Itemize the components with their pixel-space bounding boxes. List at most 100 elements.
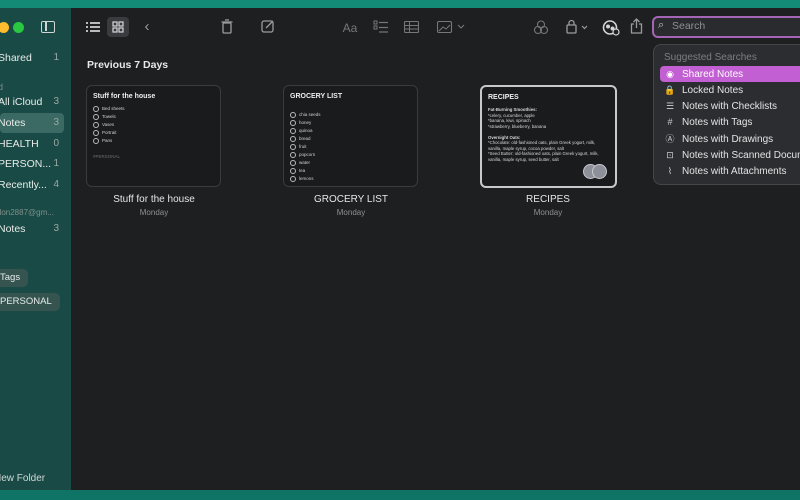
tag-pill-personal[interactable]: PERSONAL [0,293,60,311]
list-view-icon[interactable] [86,21,100,33]
note-title: RECIPES [526,194,570,205]
sidebar-item-label: HEALTH [0,138,39,150]
sidebar-item-label: Notes [0,223,26,235]
suggestion-label: Shared Notes [682,69,744,80]
sidebar-item-account-notes[interactable]: Notes 3 [0,219,71,239]
search-field[interactable]: ⌕ Search [652,16,800,38]
section-title: Previous 7 Days [87,59,169,71]
suggestion-notes-with-scanned-documents[interactable]: ⊡ Notes with Scanned Documents [660,147,800,163]
sidebar-item-label: Recently... [0,179,47,191]
minimize-window-button[interactable] [0,22,9,33]
media-menu-icon[interactable] [437,21,465,33]
notes-window: Shared 1 d All iCloud 3 Notes 3 HEALTH 0… [0,8,800,490]
sidebar-section-label: d [0,82,4,92]
lock-icon: 🔒 [664,85,676,95]
note-title: Stuff for the house [113,194,195,205]
suggestion-label: Notes with Attachments [682,166,787,177]
checklist-item: Bed sheets [93,106,125,112]
text-format-icon[interactable]: Aa [341,20,359,36]
checklist-item: popcorn [290,152,315,158]
checklist-item: chia seeds [290,112,321,118]
checklist-item: quinoa [290,128,313,134]
suggestion-label: Locked Notes [682,85,744,96]
suggestion-notes-with-checklists[interactable]: ☰ Notes with Checklists [660,98,800,114]
note-preview-title: GROCERY LIST [290,93,343,100]
sidebar-item-label: All iCloud [0,96,43,108]
sidebar-item-count: 3 [53,117,59,128]
scan-icon: ⊡ [666,150,674,160]
tag-pill-all-tags[interactable]: Tags [0,269,29,287]
suggestion-label: Notes with Scanned Documents [682,150,800,161]
note-card-grocery-list[interactable]: GROCERY LIST chia seeds honey quinoa bre… [283,85,418,187]
drawing-icon: Ⓐ [665,134,675,144]
sidebar-item-count: 4 [53,179,59,190]
lock-menu-icon[interactable] [566,19,590,34]
checklist-item: tea [290,168,305,174]
sidebar-item-count: 1 [53,158,59,169]
checklist-item: Vases [93,122,114,128]
checklist-item: Pans [93,138,112,144]
gallery-view-button[interactable] [107,17,129,37]
note-date: Monday [139,208,169,217]
recipe-line: vanilla, maple syrup, seed butter, salt [488,156,559,162]
suggestion-label: Notes with Tags [682,117,753,128]
checklist-item: Portrait [93,130,117,136]
sidebar-item-shared[interactable]: Shared 1 [0,48,71,68]
note-date: Monday [336,208,366,217]
sidebar-item-count: 0 [53,138,59,149]
collaborate-icon[interactable] [533,20,549,35]
suggestion-locked-notes[interactable]: 🔒 Locked Notes [660,82,800,98]
sidebar-item-health[interactable]: HEALTH 0 [0,134,71,154]
share-collaboration-icon[interactable] [602,19,620,36]
back-chevron-icon[interactable]: ‹ [141,19,153,35]
sidebar-item-notes[interactable]: Notes 3 [0,113,64,133]
checklist-icon[interactable] [373,20,389,34]
gallery-view-icon [112,21,124,33]
checklist-item: lemons [290,176,314,182]
search-placeholder: Search [672,20,706,32]
note-card-stuff-for-the-house[interactable]: Stuff for the house Bed sheets Towels Va… [86,85,221,187]
sidebar-toggle-icon[interactable] [41,21,55,33]
suggestion-label: Notes with Checklists [682,101,778,112]
sidebar-item-label: PERSON... [0,158,52,170]
desktop-bottom-strip [0,490,800,500]
compose-note-icon[interactable] [261,19,275,33]
shared-avatars-icon [583,163,609,181]
suggestion-label: Notes with Drawings [682,134,774,145]
search-icon: ⌕ [658,19,665,31]
share-icon[interactable] [630,18,643,34]
suggested-searches-dropdown: Suggested Searches ◉ Shared Notes 🔒 Locked… [653,44,800,185]
note-date: Monday [533,208,563,217]
sidebar-item-all-icloud[interactable]: All iCloud 3 [0,92,71,112]
checklist-item: water [290,160,310,166]
shared-icon: ◉ [666,69,674,79]
desktop-top-strip [0,0,800,8]
sidebar-item-label: Notes [0,117,26,129]
delete-trash-icon[interactable] [220,19,234,34]
checklist-item: honey [290,120,311,126]
checklist-item: bread [290,136,311,142]
suggestion-notes-with-tags[interactable]: # Notes with Tags [660,114,800,130]
new-folder-button[interactable]: New Folder [0,473,45,484]
paperclip-icon: ⌇ [667,166,673,176]
suggestion-shared-notes[interactable]: ◉ Shared Notes [660,66,800,82]
checklist-item: fruit [290,144,307,150]
note-title: GROCERY LIST [313,194,389,205]
note-card-recipes[interactable]: RECIPES Fat-Burning Smoothies: *celery, … [480,85,617,188]
sidebar-item-recently-deleted[interactable]: Recently... 4 [0,175,71,195]
zoom-window-button[interactable] [13,22,24,33]
sidebar-item-label: Shared [0,52,32,64]
checklist-item: Towels [93,114,116,120]
sidebar-item-personal[interactable]: PERSON... 1 [0,154,71,174]
hashtag-icon: # [667,117,673,127]
dropdown-header: Suggested Searches [664,52,757,63]
note-preview-title: RECIPES [488,94,519,101]
sidebar-item-count: 3 [53,223,59,234]
sidebar: Shared 1 d All iCloud 3 Notes 3 HEALTH 0… [0,8,71,490]
suggestion-notes-with-drawings[interactable]: Ⓐ Notes with Drawings [660,131,800,147]
note-preview-title: Stuff for the house [93,93,156,100]
suggestion-notes-with-attachments[interactable]: ⌇ Notes with Attachments [660,163,800,179]
note-tag: #PERSONAL [93,154,121,159]
sidebar-item-count: 3 [53,96,59,107]
table-icon[interactable] [404,21,419,33]
